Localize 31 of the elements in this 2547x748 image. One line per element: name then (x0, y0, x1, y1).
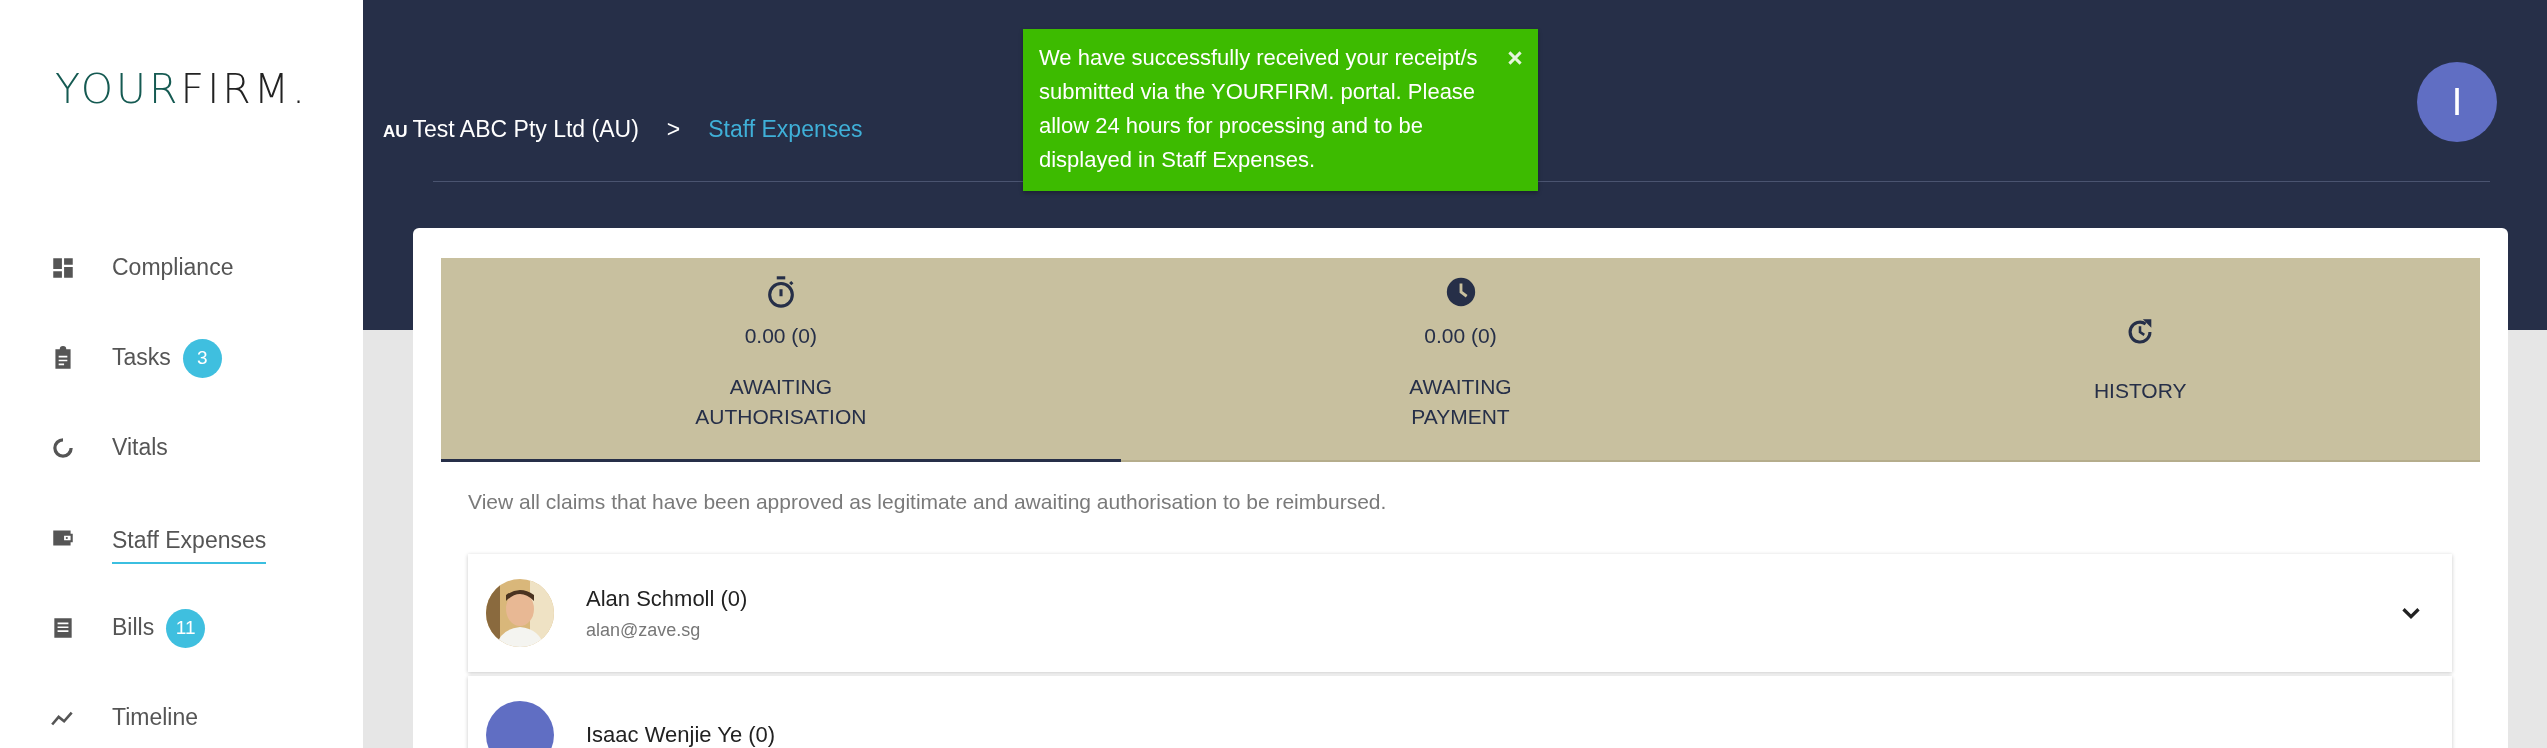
nav-item[interactable]: Compliance (112, 249, 234, 287)
nav-item[interactable]: Vitals (112, 429, 168, 467)
tab-label: AWAITING AUTHORISATION (694, 374, 868, 430)
breadcrumb-separator: > (666, 116, 681, 143)
ring-icon (50, 435, 76, 461)
claimant-row[interactable]: Isaac Wenjie Ye (0) (468, 676, 2452, 748)
tab[interactable]: 0.00 (0) AWAITING AUTHORISATION (441, 258, 1121, 462)
country-code: AU (383, 122, 408, 142)
claimant-email: alan@zave.sg (586, 619, 702, 641)
breadcrumb-link[interactable]: Test ABC Pty Ltd (AU) (412, 116, 639, 143)
claimant-row[interactable]: Alan Schmoll (0) alan@zave.sg (468, 554, 2452, 672)
nav-item[interactable]: Tasks (112, 339, 171, 377)
toast-message: We have successfully received your receipt/s submitted via the YOURFIRM. portal. Please allow 24 hours for processing and to be displayed in Staff Expenses. (1039, 44, 1479, 174)
tab-label: AWAITING PAYMENT (1408, 374, 1513, 430)
count-badge: 11 (166, 608, 206, 648)
breadcrumb-current: Staff Expenses (708, 116, 863, 143)
description-text: View all claims that have been approved as legitimate and awaiting authorisation to be reimbursed. (468, 490, 1388, 514)
nav-item[interactable]: Bills (112, 609, 155, 647)
count-badge: 3 (182, 338, 222, 378)
logo: YOUR FIRM. (55, 65, 309, 113)
tab-label: HISTORY (2093, 378, 2187, 404)
nav-item[interactable]: Timeline (112, 699, 199, 737)
tab[interactable]: 0.00 (0) AWAITING PAYMENT (1120, 258, 1801, 462)
tab-amount: 0.00 (0) (1424, 324, 1497, 348)
tab[interactable]: HISTORY (1800, 258, 2480, 462)
claimant-name: Alan Schmoll (0) (586, 585, 749, 612)
user-avatar[interactable]: I (2417, 62, 2497, 142)
nav-item[interactable]: Staff Expenses (112, 522, 267, 564)
claimant-name: Isaac Wenjie Ye (0) (586, 722, 777, 748)
dashboard-icon (50, 255, 76, 281)
tab-amount: 0.00 (0) (744, 324, 817, 348)
